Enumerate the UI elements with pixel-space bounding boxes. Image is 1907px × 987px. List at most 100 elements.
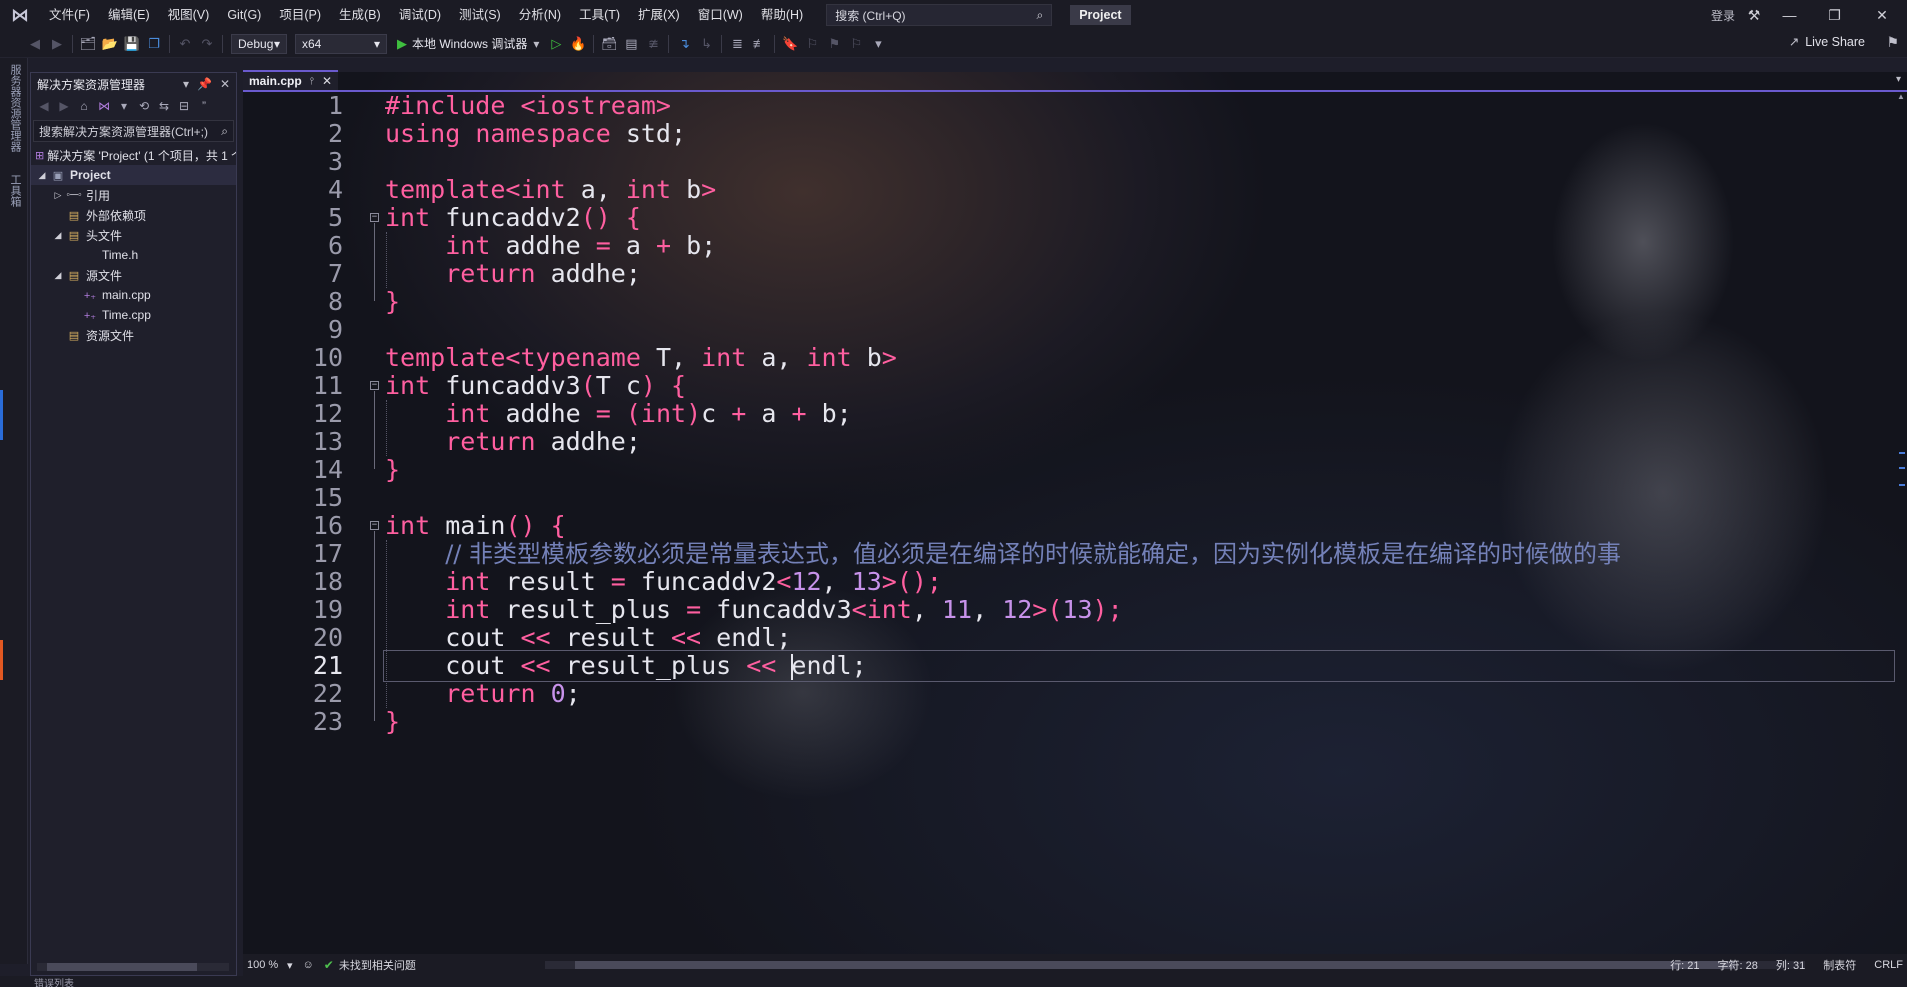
step-into-icon[interactable]: ↴: [673, 33, 695, 55]
prev-bookmark-icon[interactable]: ⚐: [801, 33, 823, 55]
start-debugging-button[interactable]: ▶ 本地 Windows 调试器 ▾: [397, 35, 539, 52]
tree-item[interactable]: +₊ Time.cpp: [31, 305, 236, 325]
menu-item[interactable]: 文件(F): [40, 0, 99, 30]
open-file-icon[interactable]: 📂: [99, 33, 121, 55]
more-icon[interactable]: ”: [195, 97, 213, 115]
tree-item[interactable]: ◢ ▤ 头文件: [31, 225, 236, 245]
toolbar-overflow-icon[interactable]: ▾: [867, 33, 889, 55]
next-bookmark-icon[interactable]: ⚑: [823, 33, 845, 55]
live-share-button[interactable]: ↗ Live Share: [1789, 34, 1865, 50]
copilot-icon[interactable]: ☺: [303, 959, 314, 971]
menu-item[interactable]: 工具(T): [570, 0, 629, 30]
collapse-icon[interactable]: −: [370, 521, 379, 530]
expand-arrow-icon[interactable]: ◢: [51, 230, 65, 241]
back-icon[interactable]: ◀: [35, 97, 53, 115]
horizontal-scrollbar[interactable]: [37, 963, 229, 971]
menu-item[interactable]: 测试(S): [450, 0, 510, 30]
close-icon[interactable]: ✕: [220, 77, 230, 91]
forward-icon[interactable]: ▶: [55, 97, 73, 115]
close-window-button[interactable]: ✕: [1857, 0, 1907, 30]
tree-item[interactable]: +₊ main.cpp: [31, 285, 236, 305]
comment-icon[interactable]: ≣: [726, 33, 748, 55]
collapse-icon[interactable]: −: [370, 213, 379, 222]
back-icon[interactable]: ◀: [24, 33, 46, 55]
restore-button[interactable]: ❐: [1812, 0, 1857, 30]
tree-item[interactable]: ◢ ▤ 源文件: [31, 265, 236, 285]
issues-indicator[interactable]: ✔ 未找到相关问题: [324, 957, 416, 973]
switch-view-icon[interactable]: ▾: [115, 97, 133, 115]
vs-icon[interactable]: ⋈: [95, 97, 113, 115]
tree-item[interactable]: ◢ ▣ Project: [31, 165, 236, 185]
hot-reload-icon[interactable]: 🔥: [567, 33, 589, 55]
expand-arrow-icon[interactable]: ◢: [35, 170, 49, 181]
history-icon[interactable]: ⟲: [135, 97, 153, 115]
search-input[interactable]: 搜索 (Ctrl+Q) ⌕: [826, 4, 1053, 26]
indent-mode-indicator[interactable]: 制表符: [1823, 957, 1856, 973]
expand-arrow-icon[interactable]: ▷: [51, 190, 65, 201]
menu-item[interactable]: 视图(V): [159, 0, 219, 30]
spell-icon[interactable]: ≇: [642, 33, 664, 55]
menu-item[interactable]: 扩展(X): [629, 0, 689, 30]
code-text-area[interactable]: 1 #include <iostream> 2 using namespace std…: [243, 91, 1895, 954]
account-icon[interactable]: ⚒: [1741, 0, 1767, 30]
chevron-down-icon[interactable]: ▾: [183, 77, 189, 91]
tab-dropdown-icon[interactable]: ▾: [1896, 74, 1901, 85]
save-icon[interactable]: 💾: [121, 33, 143, 55]
collapse-icon[interactable]: −: [370, 381, 379, 390]
collapse-all-icon[interactable]: ⊟: [175, 97, 193, 115]
tab-main-cpp[interactable]: main.cpp ⫯ ✕: [243, 70, 339, 90]
menu-item[interactable]: 编辑(E): [99, 0, 159, 30]
home-icon[interactable]: ⌂: [75, 97, 93, 115]
feedback-icon[interactable]: ⚑: [1886, 34, 1899, 51]
save-all-icon[interactable]: ❐: [143, 33, 165, 55]
visual-studio-logo-icon[interactable]: ⋈: [0, 0, 40, 30]
code-token: a,: [580, 175, 626, 204]
scrollbar-thumb[interactable]: [47, 963, 197, 971]
forward-icon[interactable]: ▶: [46, 33, 68, 55]
redo-icon[interactable]: ↷: [196, 33, 218, 55]
pin-icon[interactable]: ⫯: [310, 76, 314, 87]
char-indicator[interactable]: 字符: 28: [1718, 957, 1758, 973]
clear-bookmarks-icon[interactable]: ⚐: [845, 33, 867, 55]
expand-arrow-icon[interactable]: ◢: [51, 270, 65, 281]
tree-item[interactable]: Time.h: [31, 245, 236, 265]
undo-icon[interactable]: ↶: [174, 33, 196, 55]
bookmark-icon[interactable]: 🔖: [779, 33, 801, 55]
toolbox-tab[interactable]: 工具箱: [7, 168, 23, 213]
start-without-debugging-icon[interactable]: ▷: [545, 33, 567, 55]
close-tab-icon[interactable]: ✕: [322, 74, 332, 88]
configuration-dropdown[interactable]: Debug ▾: [231, 33, 287, 54]
line-indicator[interactable]: 行: 21: [1670, 957, 1699, 973]
platform-dropdown[interactable]: x64 ▾: [295, 33, 387, 54]
login-link[interactable]: 登录: [1711, 7, 1735, 24]
tree-item[interactable]: ⊞ 解决方案 'Project' (1 个项目，共 1 个): [31, 145, 236, 165]
menu-item[interactable]: 调试(D): [390, 0, 450, 30]
pin-icon[interactable]: 📌: [197, 77, 212, 91]
menu-item[interactable]: 帮助(H): [752, 0, 812, 30]
uncomment-icon[interactable]: ≢: [748, 33, 770, 55]
scrollbar-thumb[interactable]: [575, 961, 1735, 969]
new-project-icon[interactable]: 🗂: [77, 33, 99, 55]
menu-item[interactable]: 生成(B): [330, 0, 390, 30]
server-explorer-tab[interactable]: 服务器资源管理器: [7, 58, 23, 158]
sync-icon[interactable]: ⇆: [155, 97, 173, 115]
tree-item[interactable]: ▤ 资源文件: [31, 325, 236, 345]
solution-explorer-search-input[interactable]: 搜索解决方案资源管理器(Ctrl+;) ⌕: [33, 120, 234, 142]
menu-item[interactable]: 分析(N): [510, 0, 570, 30]
step-over-icon[interactable]: ↳: [695, 33, 717, 55]
menu-item[interactable]: 项目(P): [270, 0, 330, 30]
line-ending-indicator[interactable]: CRLF: [1874, 959, 1903, 971]
vertical-scrollbar[interactable]: ▲: [1895, 92, 1907, 954]
menu-item[interactable]: Git(G): [218, 0, 270, 30]
scroll-up-icon[interactable]: ▲: [1895, 92, 1907, 101]
minimize-button[interactable]: —: [1767, 0, 1812, 30]
window-layout-icon[interactable]: ▤: [620, 33, 642, 55]
menu-item[interactable]: 窗口(W): [689, 0, 752, 30]
column-indicator[interactable]: 列: 31: [1776, 957, 1805, 973]
chevron-down-icon[interactable]: ▾: [287, 959, 293, 972]
horizontal-scrollbar[interactable]: [545, 961, 1805, 969]
solution-explorer-icon[interactable]: 🗃: [598, 33, 620, 55]
tree-item[interactable]: ▤ 外部依赖项: [31, 205, 236, 225]
error-list-tab[interactable]: 错误列表: [34, 975, 74, 987]
tree-item[interactable]: ▷ ◦─◦ 引用: [31, 185, 236, 205]
